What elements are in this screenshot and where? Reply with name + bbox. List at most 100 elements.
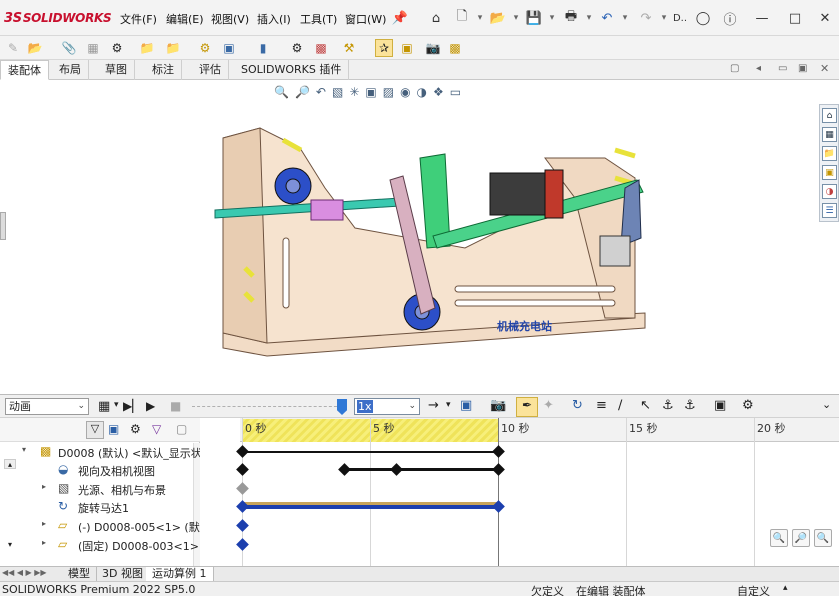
new-motion-study-icon[interactable]: ▮ (254, 39, 272, 57)
tree-root-assembly[interactable]: ▾ ▩ D0008 (默认) <默认_显示状态 (0, 443, 200, 461)
root-timeline-bar[interactable] (242, 451, 499, 453)
solidworks-logo[interactable]: 3S SOLIDWORKS (4, 9, 112, 27)
menu-insert[interactable]: 插入(I) (257, 11, 291, 27)
autokey-icon[interactable]: ✒ (516, 397, 538, 417)
close-button[interactable]: ✕ (815, 8, 835, 28)
edit-appearance-icon[interactable]: ◑ (417, 85, 427, 99)
menu-tools[interactable]: 工具(T) (300, 11, 337, 27)
tab-prev-icon[interactable]: ◂ (756, 63, 761, 74)
calculate-dropdown-icon[interactable]: ▾ (114, 400, 119, 410)
calculate-icon[interactable]: ▦ (98, 399, 110, 414)
bottom-tab-motion-study-1[interactable]: 运动算例 1 (146, 567, 214, 582)
update-speedpak-icon[interactable]: ✰ (375, 39, 393, 57)
take-snapshot-icon[interactable]: ▣ (398, 39, 416, 57)
expand-arrow-icon[interactable]: ▸ (42, 482, 46, 491)
save-icon[interactable]: 💾 (524, 8, 544, 28)
filter-driving-icon[interactable]: ▣ (108, 422, 119, 436)
expand-arrow-icon[interactable]: ▸ (42, 519, 46, 528)
force-icon[interactable]: ⚓ (662, 398, 674, 413)
document-name-abbrev[interactable]: D.. (670, 8, 690, 28)
playback-slider-thumb[interactable] (337, 399, 347, 415)
custom-properties-icon[interactable]: ☰ (822, 203, 837, 218)
filter-selected-icon[interactable]: ⚙ (130, 422, 141, 436)
bottom-tab-3d-view[interactable]: 3D 视图 (96, 567, 150, 582)
hide-show-items-icon[interactable]: ◉ (400, 85, 410, 99)
smart-fasteners-icon[interactable]: ⚙ (108, 39, 126, 57)
assembly-model[interactable]: 机械充电站 (205, 118, 660, 373)
spring-icon[interactable]: ≡ (596, 398, 607, 413)
save-animation-icon[interactable]: ▣ (460, 398, 472, 413)
home-icon[interactable]: ⌂ (426, 8, 446, 28)
file-explorer-icon[interactable]: 📁 (822, 146, 837, 161)
motor-icon[interactable]: ↻ (572, 398, 583, 413)
camera-timeline-bar[interactable] (344, 468, 499, 471)
gravity-icon[interactable]: ↖ (640, 398, 651, 413)
collapse-arrow-icon[interactable]: ▾ (22, 445, 26, 454)
tree-item-motor[interactable]: ↻ 旋转马达1 (0, 498, 200, 516)
playback-mode-icon[interactable]: → (428, 398, 439, 413)
open-folder-icon[interactable]: 📂 (488, 8, 508, 28)
maximize-button[interactable]: □ (785, 8, 805, 28)
linear-pattern-icon[interactable]: ▦ (84, 39, 102, 57)
appearances-icon[interactable]: ◑ (822, 184, 837, 199)
bill-of-materials-icon[interactable]: ⚙ (288, 39, 306, 57)
motor-timeline-bar-blue[interactable] (242, 505, 499, 509)
animation-wizard-icon[interactable]: 📷 (490, 398, 506, 413)
assembly-features-icon[interactable]: ⚙ (196, 39, 214, 57)
show-hidden-icon[interactable]: 📁 (164, 39, 182, 57)
tab-assembly[interactable]: 装配体 (0, 60, 49, 80)
playback-slider[interactable] (192, 406, 342, 408)
contact-icon[interactable]: ∕ (618, 398, 622, 413)
menu-edit[interactable]: 编辑(E) (166, 11, 204, 27)
move-component-icon[interactable]: 📁 (138, 39, 156, 57)
menu-view[interactable]: 视图(V) (211, 11, 249, 27)
save-dropdown-icon[interactable]: ▾ (542, 8, 562, 28)
open-dropdown-icon[interactable]: ▾ (506, 8, 526, 28)
playback-speed-select[interactable]: 1x ⌄ (354, 398, 420, 415)
menu-file[interactable]: 文件(F) (120, 11, 157, 27)
view-settings-icon[interactable]: ▭ (450, 85, 461, 99)
tile-icon[interactable]: ▭ (778, 63, 787, 74)
playback-mode-dropdown-icon[interactable]: ▾ (446, 400, 451, 410)
tab-layout[interactable]: 布局 (52, 60, 89, 80)
help-icon[interactable]: ⓘ (720, 8, 740, 28)
solidworks-resources-icon[interactable]: ⌂ (822, 108, 837, 123)
reference-geometry-icon[interactable]: ▣ (220, 39, 238, 57)
expand-all-icon[interactable]: ▢ (176, 422, 187, 436)
view-close-icon[interactable]: ✕ (820, 62, 829, 75)
play-from-start-icon[interactable]: ▶▏ (123, 399, 141, 413)
units-dropdown-icon[interactable]: ▴ (783, 583, 788, 593)
undo-icon[interactable]: ↶ (597, 8, 617, 28)
new-document-icon[interactable]: 🗋 (452, 8, 472, 28)
pin-icon[interactable]: 📌 (390, 8, 410, 28)
tree-item-part-003[interactable]: ▸ ▱ (固定) D0008-003<1> (默 (0, 536, 200, 554)
timeline-end-line[interactable] (498, 418, 499, 566)
section-view-icon[interactable]: ▧ (332, 85, 343, 99)
play-icon[interactable]: ▶ (146, 399, 155, 413)
collapse-motion-manager-icon[interactable]: ⌄ (822, 398, 831, 411)
feature-manager-collapse-handle[interactable] (0, 212, 6, 240)
instant3d-icon[interactable]: ⚒ (340, 39, 358, 57)
edit-component-icon[interactable]: ✎ (4, 39, 22, 57)
results-plots-icon[interactable]: ⚓ (684, 398, 696, 413)
print-icon[interactable]: 🖶 (561, 8, 581, 28)
filter-results-icon[interactable]: ▽ (152, 422, 161, 436)
zoom-to-fit-icon[interactable]: 🔍 (274, 85, 289, 99)
view-palette-icon[interactable]: ▣ (822, 165, 837, 180)
bottom-tab-model[interactable]: 模型 (62, 567, 97, 582)
apply-scene-icon[interactable]: ❖ (433, 85, 444, 99)
display-style-icon[interactable]: ▨ (383, 85, 394, 99)
previous-view-icon[interactable]: ↶ (316, 85, 326, 99)
restore-view-icon[interactable]: ▣ (798, 63, 807, 74)
menu-window[interactable]: 窗口(W) (345, 11, 386, 27)
user-account-icon[interactable]: ◯ (693, 8, 713, 28)
mate-icon[interactable]: 📎 (60, 39, 78, 57)
insert-components-icon[interactable]: 📂 (26, 39, 44, 57)
stop-icon[interactable]: ■ (170, 399, 181, 413)
tab-solidworks-addins[interactable]: SOLIDWORKS 插件 (234, 60, 350, 80)
tree-item-camera-views[interactable]: ◒ 视向及相机视图 (0, 461, 200, 479)
view-orientation-icon[interactable]: ▣ (365, 85, 376, 99)
study-type-select[interactable]: 动画 ⌄ (5, 398, 89, 415)
camera-icon[interactable]: 📷 (424, 39, 442, 57)
motion-study-properties-icon[interactable]: ▣ (714, 398, 726, 413)
